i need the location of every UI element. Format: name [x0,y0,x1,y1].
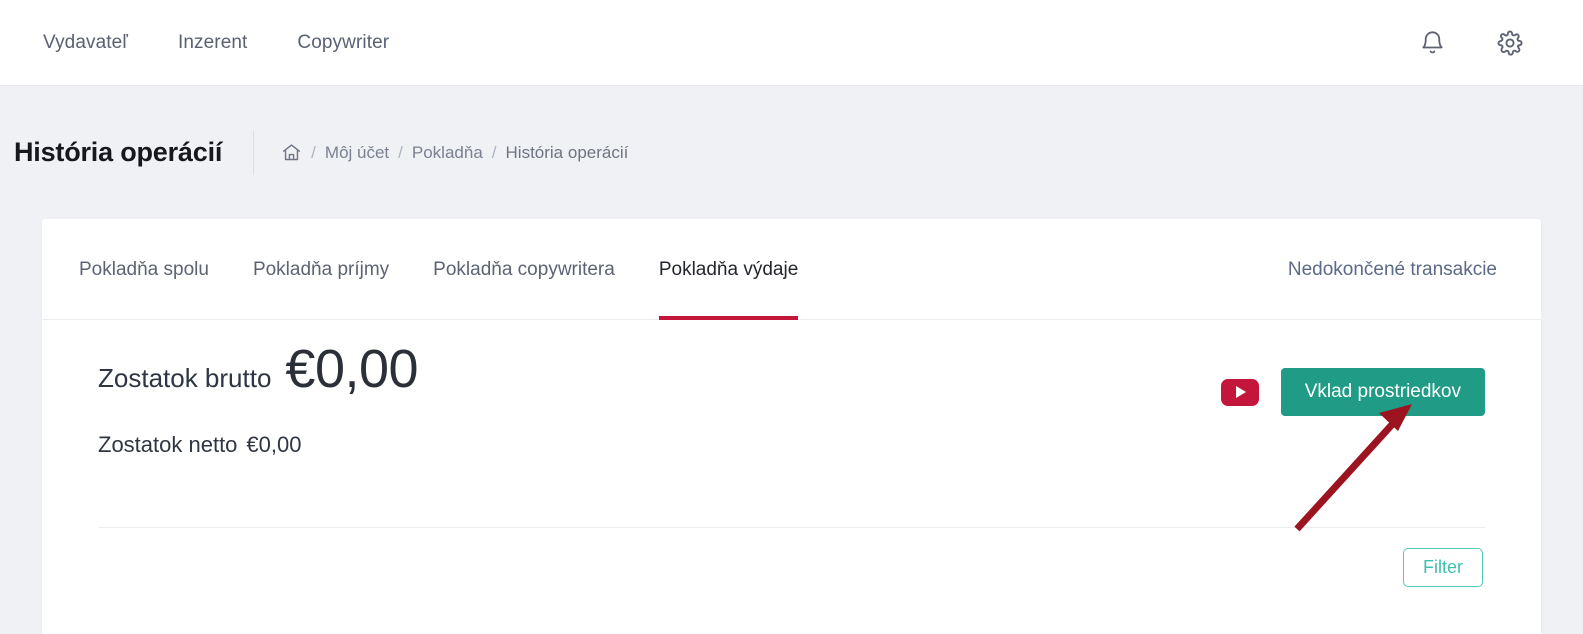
balance-section: Zostatok brutto €0,00 Zostatok netto €0,… [42,320,1541,527]
breadcrumb-item-pokladna[interactable]: Pokladňa [412,143,483,163]
youtube-play-icon[interactable] [1220,378,1259,406]
top-navigation-bar: Vydavateľ Inzerent Copywriter [0,0,1583,86]
bell-icon[interactable] [1417,28,1447,58]
nav-link-inzerent[interactable]: Inzerent [178,32,247,54]
gear-icon[interactable] [1495,28,1525,58]
breadcrumb: / Môj účet / Pokladňa / História operáci… [281,142,628,163]
app-page: Vydavateľ Inzerent Copywriter História o… [0,0,1583,634]
play-triangle-icon [1236,386,1247,398]
tab-nedokoncene-transakcie[interactable]: Nedokončené transakcie [1288,219,1541,320]
tab-pokladna-copywritera[interactable]: Pokladňa copywritera [411,219,637,320]
net-balance: Zostatok netto €0,00 [98,432,301,458]
breadcrumb-separator-2: / [398,142,403,162]
tab-pokladna-vydaje[interactable]: Pokladňa výdaje [637,219,820,320]
gross-balance-amount: €0,00 [285,339,419,399]
nav-link-copywriter[interactable]: Copywriter [297,32,389,54]
tab-list: Pokladňa spolu Pokladňa príjmy Pokladňa … [42,219,820,320]
breadcrumb-separator-3: / [491,142,497,162]
filter-button[interactable]: Filter [1403,548,1483,587]
header-divider [253,130,255,175]
content-card: Pokladňa spolu Pokladňa príjmy Pokladňa … [42,219,1541,634]
balance-actions: Vklad prostriedkov [1220,368,1485,416]
topbar-actions [1417,28,1525,58]
filter-toolbar: Filter [1403,548,1483,587]
gross-balance: Zostatok brutto €0,00 [98,339,419,399]
tab-pokladna-prijmy[interactable]: Pokladňa príjmy [231,219,411,320]
tab-bar: Pokladňa spolu Pokladňa príjmy Pokladňa … [42,219,1541,320]
nav-link-vydavatel[interactable]: Vydavateľ [43,32,128,54]
section-divider [98,527,1485,528]
breadcrumb-separator-1: / [311,142,316,162]
breadcrumb-item-moj-ucet[interactable]: Môj účet [325,143,389,163]
page-header: História operácií / Môj účet / Pokladňa … [0,86,1583,219]
tab-pokladna-spolu[interactable]: Pokladňa spolu [57,219,231,320]
home-icon[interactable] [281,142,302,163]
gross-balance-label: Zostatok brutto [98,363,272,393]
deposit-funds-button[interactable]: Vklad prostriedkov [1280,368,1485,416]
page-title: História operácií [14,137,223,167]
main-nav-links: Vydavateľ Inzerent Copywriter [43,32,389,54]
net-balance-amount: €0,00 [246,432,302,457]
breadcrumb-item-current: História operácií [505,142,629,162]
net-balance-label: Zostatok netto [98,432,238,457]
